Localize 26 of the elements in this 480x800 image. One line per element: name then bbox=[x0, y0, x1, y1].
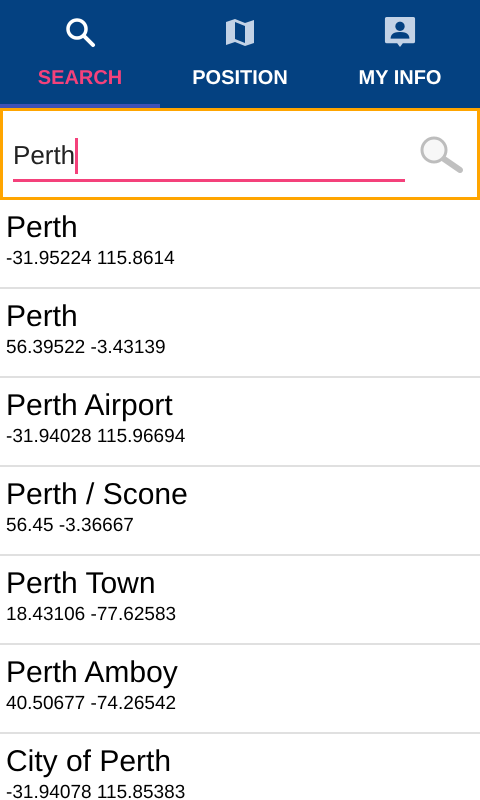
search-icon[interactable] bbox=[419, 135, 463, 173]
place-name: Perth / Scone bbox=[6, 477, 189, 513]
place-name: Perth Town bbox=[6, 566, 157, 602]
tab[interactable]: POSITION bbox=[160, 0, 320, 108]
coordinates: 56.45 -3.36667 bbox=[6, 514, 135, 538]
coordinates: -31.95224 115.8614 bbox=[6, 247, 176, 271]
coordinates: -31.94028 115.96694 bbox=[6, 425, 186, 449]
search-field[interactable]: Perth bbox=[13, 132, 405, 182]
result-item[interactable]: Perth Airport -31.94028 115.96694 bbox=[0, 378, 480, 467]
result-item[interactable]: Perth -31.95224 115.8614 bbox=[0, 200, 480, 289]
coordinates: 56.39522 -3.43139 bbox=[6, 336, 167, 360]
tab[interactable]: MY INFO bbox=[320, 0, 480, 108]
coordinates: -31.94078 115.85383 bbox=[6, 781, 186, 800]
coordinates: 18.43106 -77.62583 bbox=[6, 603, 178, 627]
contact-icon bbox=[384, 15, 416, 49]
result-item[interactable]: Perth / Scone 56.45 -3.36667 bbox=[0, 467, 480, 556]
result-item[interactable]: Perth Town 18.43106 -77.62583 bbox=[0, 556, 480, 645]
result-item[interactable]: Perth Amboy 40.50677 -74.26542 bbox=[0, 645, 480, 734]
place-name: Perth Amboy bbox=[6, 655, 179, 691]
result-item[interactable]: City of Perth -31.94078 115.85383 bbox=[0, 734, 480, 800]
coordinates: 40.50677 -74.26542 bbox=[6, 692, 178, 716]
place-name: Perth Airport bbox=[6, 388, 174, 424]
result-item[interactable]: Perth 56.39522 -3.43139 bbox=[0, 289, 480, 378]
place-name: City of Perth bbox=[6, 744, 172, 780]
place-name: Perth bbox=[6, 299, 79, 335]
place-name: Perth bbox=[6, 210, 79, 246]
